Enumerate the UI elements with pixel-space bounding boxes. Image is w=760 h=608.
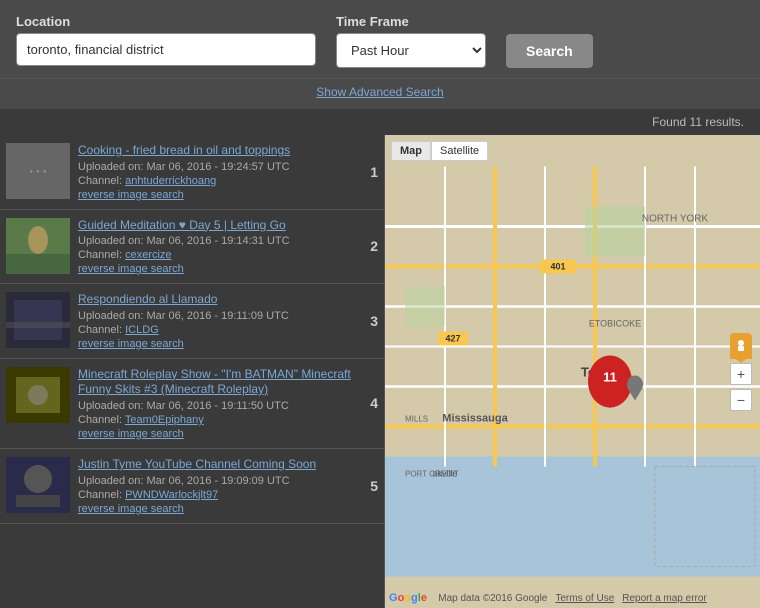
timeframe-select[interactable]: Past Hour Past Day Past Week Past Month [336, 33, 486, 68]
map-report-link[interactable]: Report a map error [622, 593, 706, 604]
result-channel: Channel: PWNDWarlockjlt97 [78, 489, 352, 501]
channel-link[interactable]: ICLDG [125, 324, 159, 336]
svg-text:PORT CREDIT: PORT CREDIT [405, 470, 459, 479]
result-title[interactable]: Respondiendo al Llamado [78, 292, 352, 308]
result-title[interactable]: Justin Tyme YouTube Channel Coming Soon [78, 457, 352, 473]
result-meta: Uploaded on: Mar 06, 2016 - 19:09:09 UTC [78, 475, 352, 487]
svg-text:Mississauga: Mississauga [442, 413, 508, 425]
timeframe-field-group: Time Frame Past Hour Past Day Past Week … [336, 14, 486, 68]
timeframe-label: Time Frame [336, 14, 486, 29]
map-tab-satellite[interactable]: Satellite [431, 141, 488, 161]
result-channel: Channel: anhtuderrickhoang [78, 175, 352, 187]
top-bar: Location Time Frame Past Hour Past Day P… [0, 0, 760, 78]
result-thumb [6, 218, 70, 274]
google-logo: Google [389, 592, 427, 604]
map-tabs: Map Satellite [391, 141, 488, 161]
svg-text:MILLS: MILLS [405, 415, 428, 424]
result-channel: Channel: cexercize [78, 249, 352, 261]
channel-link[interactable]: cexercize [125, 249, 171, 261]
list-item: Minecraft Roleplay Show - "I'm BATMAN" M… [0, 359, 384, 449]
svg-text:401: 401 [550, 262, 565, 272]
channel-link[interactable]: Team0Epiphany [125, 414, 204, 426]
result-info: Respondiendo al Llamado Uploaded on: Mar… [78, 292, 352, 350]
svg-text:427: 427 [445, 334, 460, 344]
location-input[interactable] [16, 33, 316, 66]
map-footer: Map data ©2016 Google Terms of Use Repor… [438, 593, 707, 604]
result-thumb [6, 457, 70, 513]
result-number: 3 [360, 292, 378, 350]
advanced-search-link[interactable]: Show Advanced Search [316, 85, 443, 99]
thumb-placeholder-icon: ··· [28, 160, 48, 183]
location-label: Location [16, 14, 316, 29]
reverse-image-search[interactable]: reverse image search [78, 189, 352, 201]
list-item: Guided Meditation ♥ Day 5 | Letting Go U… [0, 210, 384, 285]
results-count: Found 11 results. [652, 115, 744, 129]
result-meta: Uploaded on: Mar 06, 2016 - 19:14:31 UTC [78, 235, 352, 247]
reverse-image-search[interactable]: reverse image search [78, 503, 352, 515]
main-content: ··· Cooking - fried bread in oil and top… [0, 135, 760, 608]
svg-text:ETOBICOKE: ETOBICOKE [589, 319, 641, 329]
advanced-search-bar: Show Advanced Search [0, 78, 760, 109]
map-container[interactable]: 401 427 Mississauga Toronto NORTH YORK E… [385, 135, 760, 608]
result-thumb: ··· [6, 143, 70, 199]
reverse-image-search[interactable]: reverse image search [78, 338, 352, 350]
channel-link[interactable]: PWNDWarlockjlt97 [125, 489, 218, 501]
zoom-out-button[interactable]: − [730, 389, 752, 411]
svg-text:11: 11 [603, 370, 617, 385]
result-number: 1 [360, 143, 378, 201]
map-tab-map[interactable]: Map [391, 141, 431, 161]
result-number: 2 [360, 218, 378, 276]
search-button[interactable]: Search [506, 34, 593, 68]
result-title[interactable]: Guided Meditation ♥ Day 5 | Letting Go [78, 218, 352, 234]
channel-link[interactable]: anhtuderrickhoang [125, 175, 216, 187]
result-meta: Uploaded on: Mar 06, 2016 - 19:11:50 UTC [78, 400, 352, 412]
result-meta: Uploaded on: Mar 06, 2016 - 19:11:09 UTC [78, 310, 352, 322]
results-list: ··· Cooking - fried bread in oil and top… [0, 135, 385, 608]
list-item: Respondiendo al Llamado Uploaded on: Mar… [0, 284, 384, 359]
result-info: Justin Tyme YouTube Channel Coming Soon … [78, 457, 352, 515]
result-title[interactable]: Minecraft Roleplay Show - "I'm BATMAN" M… [78, 367, 352, 398]
result-info: Cooking - fried bread in oil and topping… [78, 143, 352, 201]
map-controls: + − [730, 333, 752, 411]
map-terms-link[interactable]: Terms of Use [555, 593, 614, 604]
location-field-group: Location [16, 14, 316, 66]
zoom-in-button[interactable]: + [730, 363, 752, 385]
result-channel: Channel: ICLDG [78, 324, 352, 336]
map-data-text: Map data ©2016 Google [438, 593, 547, 604]
result-number: 5 [360, 457, 378, 515]
result-thumb [6, 292, 70, 348]
list-item: Justin Tyme YouTube Channel Coming Soon … [0, 449, 384, 524]
reverse-image-search[interactable]: reverse image search [78, 263, 352, 275]
result-info: Minecraft Roleplay Show - "I'm BATMAN" M… [78, 367, 352, 440]
result-title[interactable]: Cooking - fried bread in oil and topping… [78, 143, 352, 159]
result-thumb [6, 367, 70, 423]
results-bar: Found 11 results. [0, 109, 760, 135]
result-channel: Channel: Team0Epiphany [78, 414, 352, 426]
result-info: Guided Meditation ♥ Day 5 | Letting Go U… [78, 218, 352, 276]
result-number: 4 [360, 367, 378, 440]
reverse-image-search[interactable]: reverse image search [78, 428, 352, 440]
result-meta: Uploaded on: Mar 06, 2016 - 19:24:57 UTC [78, 161, 352, 173]
svg-text:NORTH YORK: NORTH YORK [642, 214, 709, 225]
pegman-icon[interactable] [730, 333, 752, 359]
list-item: ··· Cooking - fried bread in oil and top… [0, 135, 384, 210]
